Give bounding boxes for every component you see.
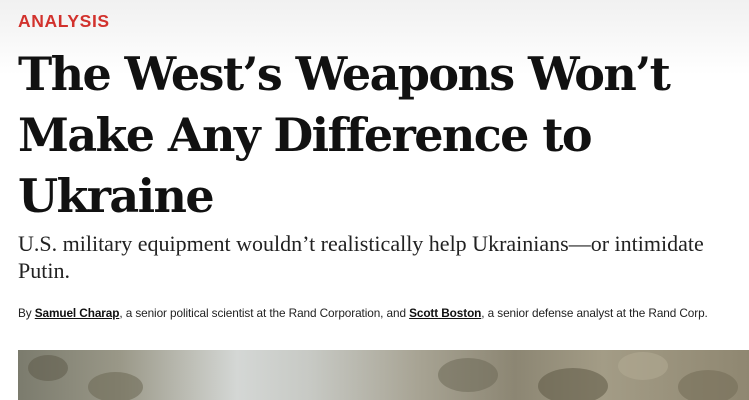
camouflage-pattern: [538, 368, 608, 400]
author-description: , a senior political scientist at the Ra…: [119, 306, 410, 320]
hero-image: [18, 350, 749, 400]
article-page: ANALYSIS The West’s Weapons Won’t Make A…: [0, 0, 749, 400]
author-link-samuel-charap[interactable]: Samuel Charap: [35, 306, 120, 320]
article-deck: U.S. military equipment wouldn’t realist…: [18, 231, 704, 283]
author-description: , a senior defense analyst at the Rand C…: [481, 306, 708, 320]
camouflage-pattern: [438, 358, 498, 392]
camouflage-pattern: [28, 355, 68, 381]
article-kicker[interactable]: ANALYSIS: [18, 11, 110, 32]
camouflage-pattern: [88, 372, 143, 400]
author-link-scott-boston[interactable]: Scott Boston: [409, 306, 481, 320]
byline-prefix: By: [18, 306, 35, 320]
camouflage-pattern: [678, 370, 738, 400]
article-headline: The West’s Weapons Won’t Make Any Differ…: [18, 47, 671, 223]
byline: By Samuel Charap, a senior political sci…: [18, 306, 749, 320]
camouflage-pattern: [618, 352, 668, 380]
